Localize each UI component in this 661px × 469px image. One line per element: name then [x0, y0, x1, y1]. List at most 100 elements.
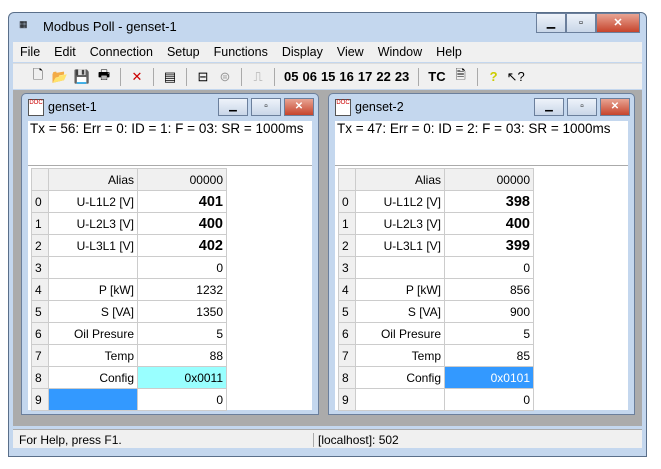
alias-cell[interactable]: P [kW] — [355, 278, 445, 301]
value-cell[interactable]: 5 — [137, 322, 227, 345]
value-cell[interactable]: 856 — [444, 278, 534, 301]
table-row: 30 — [31, 256, 227, 279]
value-cell[interactable]: 0 — [137, 388, 227, 411]
menu-functions[interactable]: Functions — [207, 45, 275, 59]
value-cell[interactable]: 402 — [137, 234, 227, 257]
row-index: 2 — [338, 234, 356, 257]
value-cell[interactable]: 0x0011 — [137, 366, 227, 389]
value-cell[interactable]: 0 — [444, 256, 534, 279]
delete-icon[interactable]: ✕ — [128, 69, 146, 85]
pulse-icon[interactable]: ⎍ — [249, 69, 267, 85]
status-help: For Help, press F1. — [19, 433, 122, 447]
function-22-button[interactable]: 22 — [374, 69, 392, 84]
menu-view[interactable]: View — [330, 45, 371, 59]
table-row: 30 — [338, 256, 534, 279]
value-cell[interactable]: 0x0101 — [444, 366, 534, 389]
disconnect-icon[interactable]: ⊜ — [216, 69, 234, 85]
new-icon[interactable]: 🗋 — [29, 66, 47, 88]
alias-cell[interactable]: U-L2L3 [V] — [48, 212, 138, 235]
value-cell[interactable]: 399 — [444, 234, 534, 257]
child-close-button[interactable]: ✕ — [284, 98, 314, 116]
alias-cell[interactable]: U-L1L2 [V] — [48, 190, 138, 213]
alias-cell[interactable]: S [VA] — [48, 300, 138, 323]
row-index: 8 — [338, 366, 356, 389]
alias-cell[interactable]: P [kW] — [48, 278, 138, 301]
close-button[interactable]: ✕ — [596, 13, 640, 33]
function-05-button[interactable]: 05 — [282, 69, 300, 84]
log-icon[interactable]: 🗎 — [452, 66, 470, 88]
alias-cell[interactable] — [48, 388, 138, 411]
value-cell[interactable]: 0 — [444, 388, 534, 411]
minimize-button[interactable]: ▁ — [536, 13, 566, 33]
value-cell[interactable]: 398 — [444, 190, 534, 213]
context-help-icon[interactable]: ↖? — [507, 69, 525, 85]
alias-cell[interactable]: U-L1L2 [V] — [355, 190, 445, 213]
value-cell[interactable]: 1232 — [137, 278, 227, 301]
main-window: ▦ Modbus Poll - genset-1 ▁ ▫ ✕ File Edit C… — [8, 12, 647, 457]
open-icon[interactable]: 📂 — [51, 69, 69, 85]
row-index: 7 — [31, 344, 49, 367]
function-15-button[interactable]: 15 — [319, 69, 337, 84]
alias-cell[interactable]: U-L3L1 [V] — [48, 234, 138, 257]
save-icon[interactable]: 💾 — [73, 69, 91, 85]
value-cell[interactable]: 85 — [444, 344, 534, 367]
alias-cell[interactable]: Config — [48, 366, 138, 389]
alias-cell[interactable]: S [VA] — [355, 300, 445, 323]
child-window-genset-2[interactable]: DOC genset-2 ▁ ▫ ✕ Tx = 47: Err = 0: ID = … — [328, 93, 635, 415]
row-index: 9 — [338, 388, 356, 411]
value-cell[interactable]: 1350 — [137, 300, 227, 323]
connect-icon[interactable]: ⊟ — [194, 69, 212, 85]
window-title: Modbus Poll - genset-1 — [43, 19, 177, 34]
function-17-button[interactable]: 17 — [356, 69, 374, 84]
title-bar: ▦ Modbus Poll - genset-1 ▁ ▫ ✕ — [9, 13, 646, 41]
value-cell[interactable]: 900 — [444, 300, 534, 323]
value-cell[interactable]: 401 — [137, 190, 227, 213]
alias-cell[interactable]: Temp — [48, 344, 138, 367]
menu-connection[interactable]: Connection — [83, 45, 160, 59]
alias-cell[interactable]: U-L3L1 [V] — [355, 234, 445, 257]
child-close-button[interactable]: ✕ — [600, 98, 630, 116]
alias-header: Alias — [48, 168, 138, 191]
value-cell[interactable]: 400 — [444, 212, 534, 235]
toolbar: 🗋 📂 💾 🖶 ✕ ▤ ⊟ ⊜ ⎍ 05 06 15 16 17 22 23 TC 🗎 ? … — [13, 63, 642, 89]
value-cell[interactable]: 0 — [137, 256, 227, 279]
function-06-button[interactable]: 06 — [300, 69, 318, 84]
menu-setup[interactable]: Setup — [160, 45, 207, 59]
menu-edit[interactable]: Edit — [47, 45, 83, 59]
child-window-genset-1[interactable]: DOC genset-1 ▁ ▫ ✕ Tx = 56: Err = 0: ID = … — [21, 93, 319, 415]
window-icon[interactable]: ▤ — [161, 69, 179, 85]
alias-cell[interactable]: U-L2L3 [V] — [355, 212, 445, 235]
value-cell[interactable]: 400 — [137, 212, 227, 235]
alias-header: Alias — [355, 168, 445, 191]
tc-button[interactable]: TC — [426, 69, 447, 84]
menu-window[interactable]: Window — [371, 45, 429, 59]
menu-help[interactable]: Help — [429, 45, 469, 59]
function-16-button[interactable]: 16 — [337, 69, 355, 84]
child-minimize-button[interactable]: ▁ — [218, 98, 248, 116]
child-maximize-button[interactable]: ▫ — [251, 98, 281, 116]
print-icon[interactable]: 🖶 — [95, 66, 113, 88]
child-minimize-button[interactable]: ▁ — [534, 98, 564, 116]
row-index: 1 — [31, 212, 49, 235]
row-index: 4 — [338, 278, 356, 301]
help-icon[interactable]: ? — [485, 69, 503, 84]
value-cell[interactable]: 5 — [444, 322, 534, 345]
alias-cell[interactable] — [355, 256, 445, 279]
alias-cell[interactable]: Oil Presure — [48, 322, 138, 345]
value-cell[interactable]: 88 — [137, 344, 227, 367]
alias-cell[interactable]: Config — [355, 366, 445, 389]
child-maximize-button[interactable]: ▫ — [567, 98, 597, 116]
row-index: 7 — [338, 344, 356, 367]
function-23-button[interactable]: 23 — [393, 69, 411, 84]
maximize-button[interactable]: ▫ — [566, 13, 596, 33]
alias-cell[interactable] — [355, 388, 445, 411]
table-row: 7 Temp 85 — [338, 344, 534, 367]
row-index: 0 — [338, 190, 356, 213]
menu-file[interactable]: File — [13, 45, 47, 59]
table-row: 5S [VA] 1350 — [31, 300, 227, 323]
menu-display[interactable]: Display — [275, 45, 330, 59]
row-index: 3 — [338, 256, 356, 279]
alias-cell[interactable]: Temp — [355, 344, 445, 367]
alias-cell[interactable]: Oil Presure — [355, 322, 445, 345]
alias-cell[interactable] — [48, 256, 138, 279]
